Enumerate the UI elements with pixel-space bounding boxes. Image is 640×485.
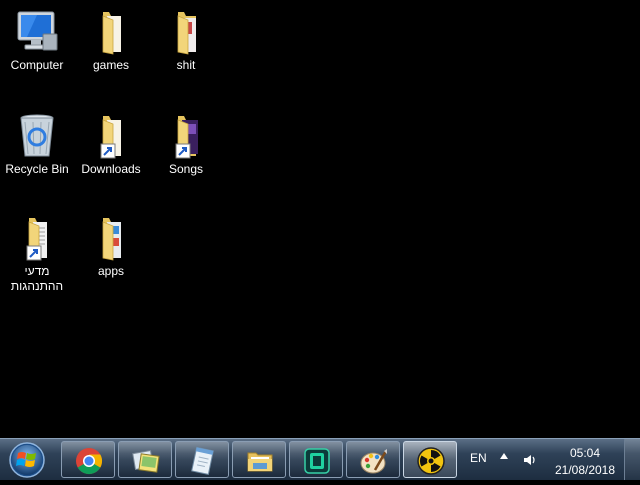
desktop-icon-label: Songs: [168, 162, 204, 176]
desktop-icon-songs[interactable]: Songs: [149, 112, 223, 177]
desktop-icon-games[interactable]: games: [74, 8, 148, 73]
desktop-icon-label: Downloads: [81, 162, 141, 176]
taskbar-radiation-app-button[interactable]: [403, 441, 457, 478]
folder-icon: [162, 8, 210, 56]
taskbar: EN: [0, 438, 640, 480]
taskbar-app-button[interactable]: [289, 441, 343, 478]
desktop-icon-label: apps: [97, 264, 125, 278]
computer-icon: [13, 8, 61, 56]
notepad-icon: [191, 446, 214, 475]
folder-shortcut-icon: [87, 112, 135, 160]
desktop-icon-recycle-bin[interactable]: Recycle Bin: [0, 112, 74, 177]
file-explorer-icon: [247, 452, 273, 472]
radiation-icon: [417, 447, 445, 475]
desktop-icon-behavioral-sciences[interactable]: מדעי ההתנהגות: [0, 214, 74, 294]
recycle-bin-icon: [13, 112, 61, 160]
show-hidden-icons-icon[interactable]: [500, 453, 508, 459]
volume-icon[interactable]: [522, 452, 538, 468]
start-button[interactable]: [3, 440, 51, 480]
taskbar-notepad-button[interactable]: [175, 441, 229, 478]
language-indicator[interactable]: EN: [470, 451, 487, 465]
folder-shortcut-icon: [162, 112, 210, 160]
chrome-icon: [76, 448, 103, 475]
desktop-icon-computer[interactable]: Computer: [0, 8, 74, 73]
desktop-icon-downloads[interactable]: Downloads: [74, 112, 148, 177]
taskbar-file-explorer-button[interactable]: [232, 441, 286, 478]
folder-icon: [87, 8, 135, 56]
windows-logo-icon: [9, 442, 45, 478]
taskbar-paint-button[interactable]: [346, 441, 400, 478]
desktop-icon-label: מדעי ההתנהגות: [10, 264, 64, 293]
show-desktop-button[interactable]: [624, 439, 640, 480]
folder-icon: [87, 214, 135, 262]
desktop-icon-label: shit: [176, 58, 196, 72]
desktop-icon-label: Recycle Bin: [5, 162, 69, 176]
desktop-icon-apps[interactable]: apps: [74, 214, 148, 279]
clock-time[interactable]: 05:04: [556, 446, 614, 460]
desktop: Computer games shit Recycle Bin Download…: [0, 0, 640, 438]
taskbar-photos-button[interactable]: [118, 441, 172, 478]
photos-icon: [132, 449, 160, 473]
desktop-icon-label: Computer: [10, 58, 64, 72]
app-green-icon: [304, 448, 330, 474]
folder-shortcut-icon: [13, 214, 61, 262]
desktop-icon-label: games: [92, 58, 130, 72]
paint-icon: [360, 449, 388, 474]
desktop-icon-shit[interactable]: shit: [149, 8, 223, 73]
clock-date[interactable]: 21/08/2018: [552, 463, 618, 477]
taskbar-chrome-button[interactable]: [61, 441, 115, 478]
